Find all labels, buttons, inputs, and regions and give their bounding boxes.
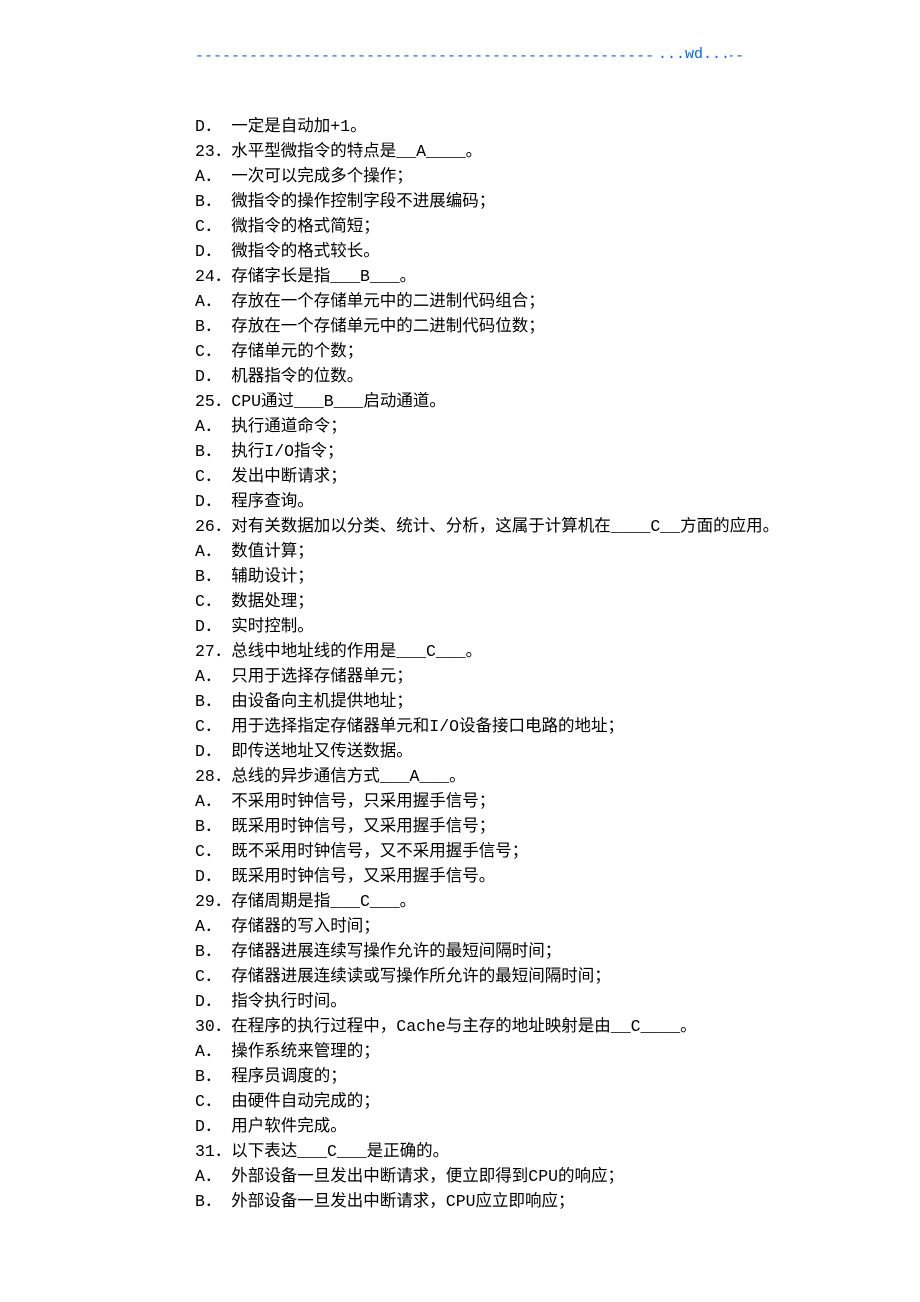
text-line: C． 既不采用时钟信号，又不采用握手信号； [195, 839, 750, 864]
text-line: 27．总线中地址线的作用是___C___。 [195, 639, 750, 664]
text-line: 29．存储周期是指___C___。 [195, 889, 750, 914]
text-line: C． 存储单元的个数； [195, 339, 750, 364]
text-line: C． 用于选择指定存储器单元和I/O设备接口电路的地址； [195, 714, 750, 739]
text-line: A． 存放在一个存储单元中的二进制代码组合； [195, 289, 750, 314]
text-line: A． 操作系统来管理的； [195, 1039, 750, 1064]
text-line: D． 指令执行时间。 [195, 989, 750, 1014]
text-line: 23．水平型微指令的特点是__A____。 [195, 139, 750, 164]
text-line: D． 程序查询。 [195, 489, 750, 514]
document-body: D． 一定是自动加+1。23．水平型微指令的特点是__A____。A． 一次可以… [195, 114, 750, 1214]
header-wd-label: ...wd... [656, 46, 730, 63]
page-header: ----------------------------------------… [195, 48, 730, 66]
text-line: B． 程序员调度的； [195, 1064, 750, 1089]
text-line: A． 存储器的写入时间； [195, 914, 750, 939]
text-line: B． 外部设备一旦发出中断请求，CPU应立即响应； [195, 1189, 750, 1214]
text-line: A． 执行通道命令； [195, 414, 750, 439]
text-line: D． 用户软件完成。 [195, 1114, 750, 1139]
text-line: A． 数值计算； [195, 539, 750, 564]
text-line: C． 微指令的格式简短； [195, 214, 750, 239]
text-line: 28．总线的异步通信方式___A___。 [195, 764, 750, 789]
text-line: B． 由设备向主机提供地址； [195, 689, 750, 714]
text-line: B． 执行I/O指令； [195, 439, 750, 464]
text-line: D． 机器指令的位数。 [195, 364, 750, 389]
text-line: 24．存储字长是指___B___。 [195, 264, 750, 289]
text-line: A． 外部设备一旦发出中断请求，便立即得到CPU的响应； [195, 1164, 750, 1189]
text-line: D． 既采用时钟信号，又采用握手信号。 [195, 864, 750, 889]
text-line: B． 存放在一个存储单元中的二进制代码位数； [195, 314, 750, 339]
text-line: C． 发出中断请求； [195, 464, 750, 489]
text-line: C． 存储器进展连续读或写操作所允许的最短间隔时间； [195, 964, 750, 989]
text-line: B． 微指令的操作控制字段不进展编码； [195, 189, 750, 214]
text-line: D． 微指令的格式较长。 [195, 239, 750, 264]
text-line: 26．对有关数据加以分类、统计、分析，这属于计算机在____C__方面的应用。 [195, 514, 750, 539]
text-line: A． 一次可以完成多个操作； [195, 164, 750, 189]
text-line: D． 一定是自动加+1。 [195, 114, 750, 139]
text-line: B． 既采用时钟信号，又采用握手信号； [195, 814, 750, 839]
text-line: D． 即传送地址又传送数据。 [195, 739, 750, 764]
text-line: C． 数据处理； [195, 589, 750, 614]
text-line: 31．以下表达___C___是正确的。 [195, 1139, 750, 1164]
text-line: D． 实时控制。 [195, 614, 750, 639]
text-line: A． 只用于选择存储器单元； [195, 664, 750, 689]
text-line: B． 存储器进展连续写操作允许的最短间隔时间； [195, 939, 750, 964]
document-page: ----------------------------------------… [0, 0, 920, 1302]
text-line: A． 不采用时钟信号，只采用握手信号； [195, 789, 750, 814]
text-line: 25．CPU通过___B___启动通道。 [195, 389, 750, 414]
text-line: 30．在程序的执行过程中，Cache与主存的地址映射是由__C____。 [195, 1014, 750, 1039]
text-line: B． 辅助设计； [195, 564, 750, 589]
text-line: C． 由硬件自动完成的； [195, 1089, 750, 1114]
